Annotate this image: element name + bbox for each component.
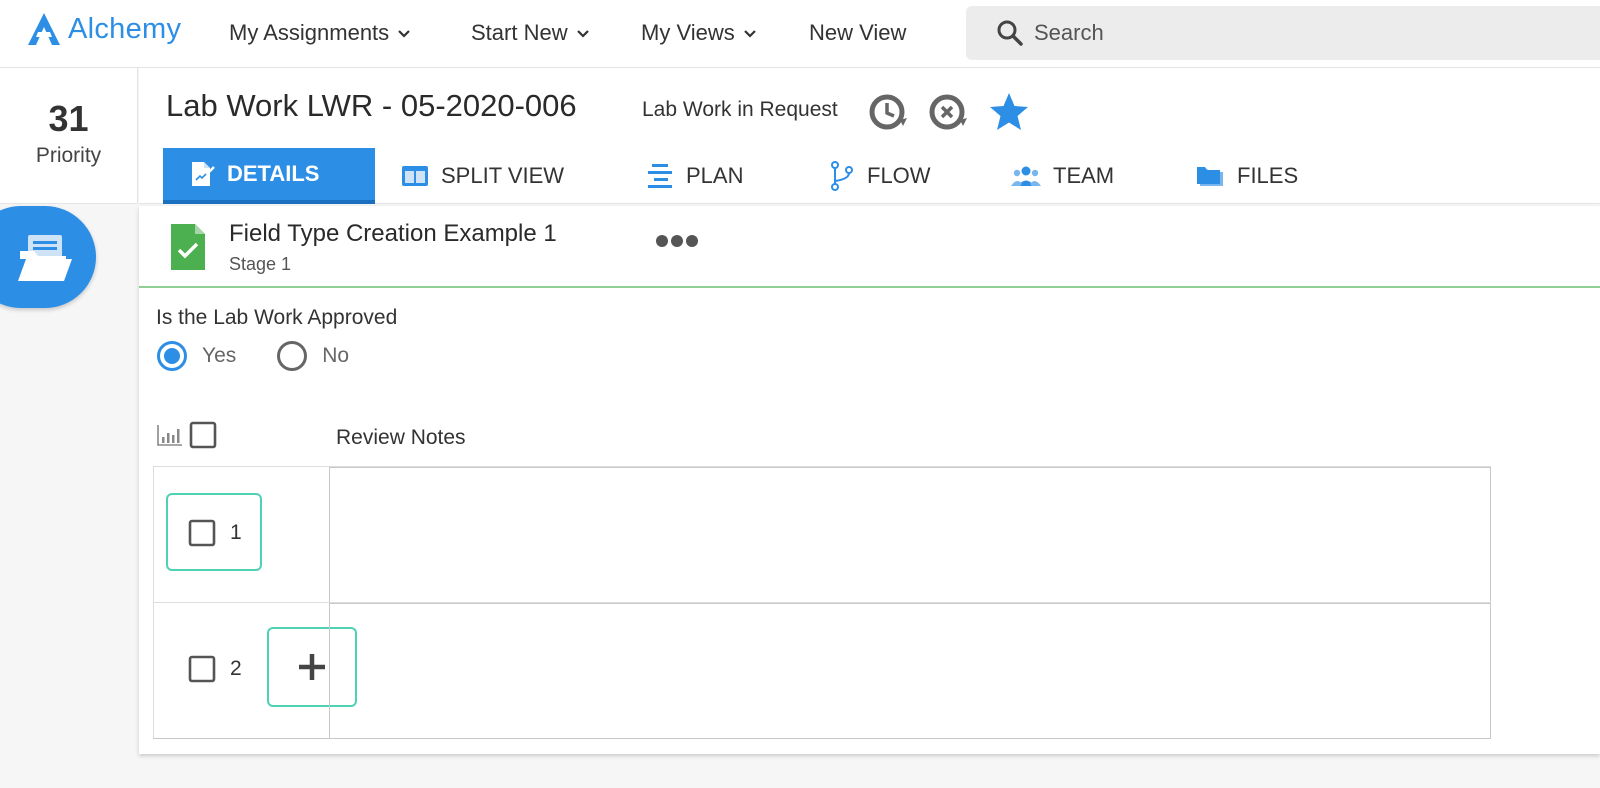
record-status: Lab Work in Request xyxy=(642,98,838,121)
team-icon xyxy=(1011,164,1041,188)
radio-label: No xyxy=(322,344,350,367)
radio-no[interactable]: No xyxy=(276,340,349,372)
search-input[interactable]: Search xyxy=(966,6,1600,60)
priority-label: Priority xyxy=(35,144,102,167)
nav-new-view[interactable]: New View xyxy=(809,20,906,46)
tab-label: SPLIT VIEW xyxy=(441,163,565,188)
approval-radio-group: Yes No xyxy=(156,340,389,372)
open-folder-icon xyxy=(18,235,72,281)
search-placeholder: Search xyxy=(1034,20,1104,45)
side-folder-button[interactable] xyxy=(0,206,96,308)
chevron-down-icon xyxy=(743,30,756,38)
row-number: 1 xyxy=(230,521,242,544)
files-icon xyxy=(1195,163,1225,189)
row-checkbox[interactable] xyxy=(188,519,216,547)
row-select[interactable]: 2 xyxy=(188,655,242,683)
table-row: 1 xyxy=(153,466,1491,603)
priority-value: 31 xyxy=(48,98,89,139)
tab-label: DETAILS xyxy=(227,161,320,186)
review-notes-cell[interactable] xyxy=(329,603,1491,739)
record-header: Lab Work LWR - 05-2020-006 Lab Work in R… xyxy=(139,68,1600,204)
select-all-checkbox[interactable] xyxy=(188,420,218,450)
nav-label: My Assignments xyxy=(229,20,390,45)
nav-start-new[interactable]: Start New xyxy=(471,20,590,46)
document-approved-icon xyxy=(169,222,207,277)
nav-label: New View xyxy=(809,20,907,45)
review-notes-cell[interactable] xyxy=(329,467,1491,603)
row-selector-cell: 1 xyxy=(153,467,329,603)
form-card: Field Type Creation Example 1 Stage 1 Is… xyxy=(139,206,1600,754)
alchemy-logo[interactable]: Alchemy xyxy=(26,11,181,47)
card-header: Field Type Creation Example 1 Stage 1 xyxy=(139,206,1600,288)
tab-team[interactable]: TEAM xyxy=(1011,148,1114,204)
row-selector-cell: 2 xyxy=(153,603,357,739)
tab-plan[interactable]: PLAN xyxy=(646,148,743,204)
nav-label: My Views xyxy=(641,20,735,45)
grid-toolbar xyxy=(156,420,218,450)
radio-selected-icon xyxy=(157,341,187,371)
row-number: 2 xyxy=(230,657,242,680)
nav-my-views[interactable]: My Views xyxy=(641,20,757,46)
chevron-down-icon xyxy=(398,30,410,38)
radio-label: Yes xyxy=(202,344,237,367)
review-notes-table: 1 2 xyxy=(153,466,1491,746)
alchemy-logo-icon xyxy=(28,13,60,45)
tab-details[interactable]: DETAILS xyxy=(163,148,375,204)
approval-question: Is the Lab Work Approved xyxy=(156,306,398,329)
nav-label: Start New xyxy=(471,20,568,45)
row-select[interactable]: 1 xyxy=(188,519,242,547)
chevron-down-icon xyxy=(576,30,589,38)
table-bottom-border xyxy=(153,738,1491,739)
tab-label: PLAN xyxy=(686,163,744,188)
flow-icon xyxy=(829,161,855,191)
tab-split-view[interactable]: SPLIT VIEW xyxy=(401,148,564,204)
search-icon xyxy=(997,20,1023,46)
top-navigation-bar: Alchemy My Assignments Start New My View… xyxy=(0,0,1600,68)
cancel-timer-icon[interactable] xyxy=(927,90,971,139)
plan-icon xyxy=(646,162,674,190)
tab-label: TEAM xyxy=(1053,163,1115,188)
split-view-icon xyxy=(401,164,429,188)
history-icon[interactable] xyxy=(867,90,911,139)
radio-unselected-icon xyxy=(277,341,308,371)
logo-text: Alchemy xyxy=(68,12,182,45)
row-checkbox[interactable] xyxy=(188,655,216,683)
plus-icon xyxy=(299,654,325,680)
tab-files[interactable]: FILES xyxy=(1195,148,1298,204)
priority-panel: 31 Priority xyxy=(0,68,138,204)
nav-my-assignments[interactable]: My Assignments xyxy=(229,20,411,46)
details-icon xyxy=(189,160,215,188)
star-icon[interactable] xyxy=(987,90,1031,139)
tab-label: FLOW xyxy=(867,163,931,188)
chart-icon[interactable] xyxy=(156,423,184,447)
card-stage: Stage 1 xyxy=(229,254,292,274)
radio-yes[interactable]: Yes xyxy=(156,340,236,372)
more-options-icon[interactable] xyxy=(655,232,699,255)
tab-label: FILES xyxy=(1237,163,1299,188)
page-title: Lab Work LWR - 05-2020-006 xyxy=(166,88,577,123)
table-row: 2 xyxy=(153,602,1491,739)
column-header-review-notes: Review Notes xyxy=(336,426,466,449)
tab-flow[interactable]: FLOW xyxy=(829,148,931,204)
card-title: Field Type Creation Example 1 xyxy=(229,220,557,247)
